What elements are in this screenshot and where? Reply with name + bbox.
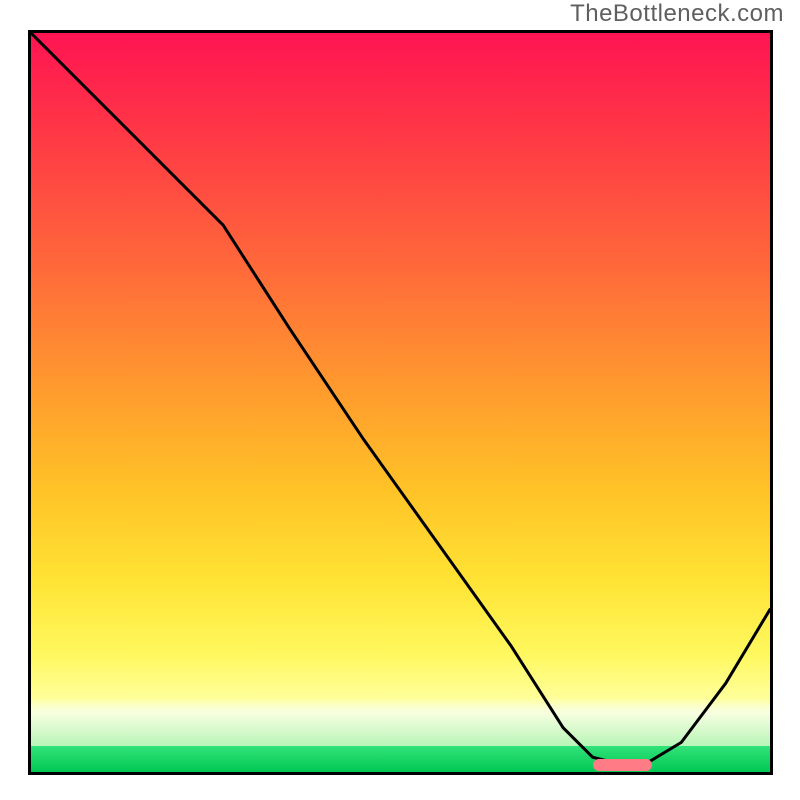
bottleneck-curve [31,33,770,772]
optimal-range-marker [593,759,652,771]
chart-area [28,30,773,775]
watermark-text: TheBottleneck.com [570,0,784,28]
